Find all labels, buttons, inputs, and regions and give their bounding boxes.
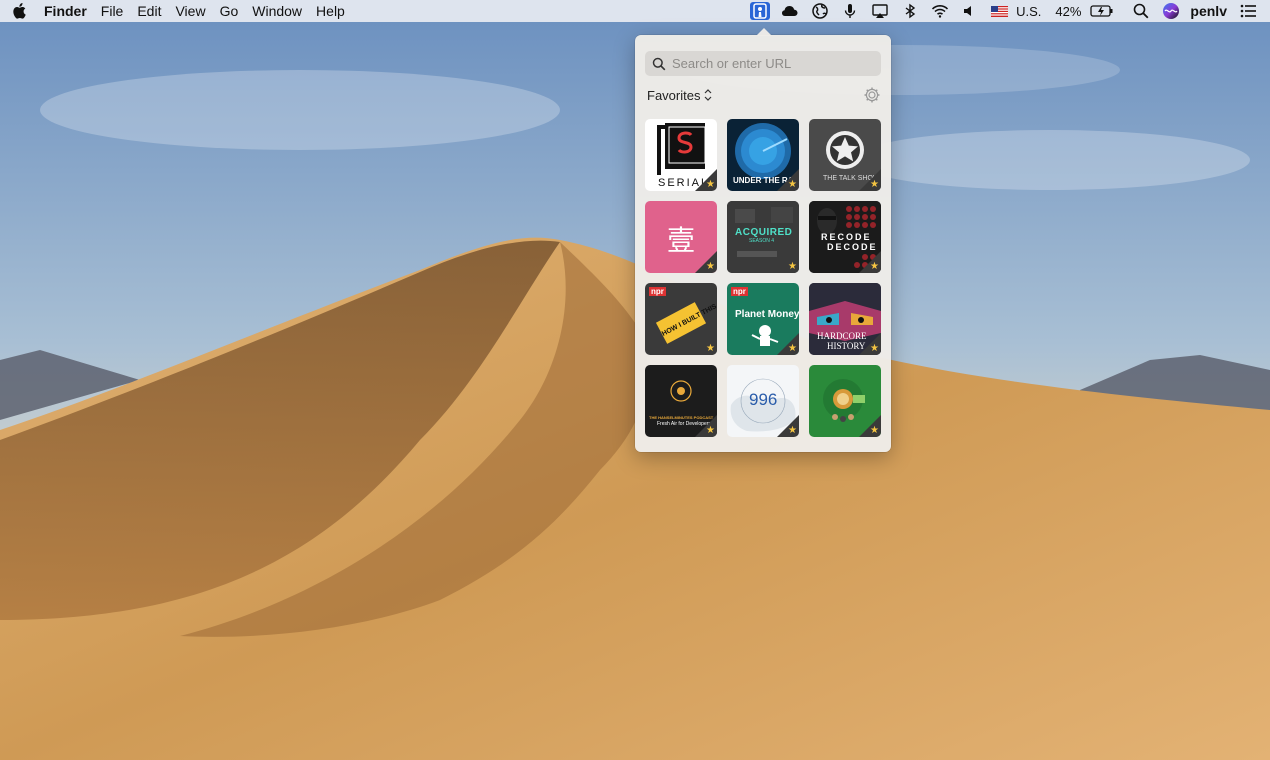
wifi-icon[interactable] bbox=[930, 2, 950, 20]
spotlight-search-icon[interactable] bbox=[1131, 2, 1151, 20]
favorite-star-icon: ★ bbox=[706, 261, 715, 272]
favorite-star-icon: ★ bbox=[870, 261, 879, 272]
podcast-popover: Favorites SERIAL ★ bbox=[635, 28, 891, 452]
tile-acquired-text: ACQUIRED bbox=[735, 227, 793, 238]
menu-view[interactable]: View bbox=[168, 0, 212, 22]
tile-npr-badge: npr bbox=[649, 287, 666, 296]
favorite-star-icon: ★ bbox=[788, 261, 797, 272]
favorite-star-icon: ★ bbox=[788, 179, 797, 190]
podcast-tile-hanselminutes[interactable]: THE HANSELMINUTES PODCAST Fresh Air for … bbox=[645, 365, 717, 437]
menu-file[interactable]: File bbox=[94, 0, 131, 22]
user-menu[interactable]: penlv bbox=[1190, 3, 1227, 19]
podcast-icon[interactable] bbox=[750, 2, 771, 20]
favorite-star-icon: ★ bbox=[706, 179, 715, 190]
podcast-tile-recode-decode[interactable]: RECODE DECODE ★ bbox=[809, 201, 881, 273]
favorite-star-icon: ★ bbox=[788, 425, 797, 436]
notification-center-icon[interactable] bbox=[1238, 2, 1258, 20]
favorite-star-icon: ★ bbox=[870, 343, 879, 354]
podcast-tile-yi[interactable]: 壹 ★ bbox=[645, 201, 717, 273]
cloud-icon[interactable] bbox=[780, 2, 800, 20]
podcast-tile-996[interactable]: 996 ★ bbox=[727, 365, 799, 437]
flag-us-icon bbox=[991, 5, 1009, 17]
favorite-star-icon: ★ bbox=[706, 425, 715, 436]
menu-go[interactable]: Go bbox=[213, 0, 246, 22]
popover-arrow bbox=[756, 28, 772, 36]
podcast-tile-under-the-radar[interactable]: UNDER THE RADAR ★ bbox=[727, 119, 799, 191]
favorite-star-icon: ★ bbox=[870, 179, 879, 190]
gear-icon[interactable] bbox=[863, 86, 881, 104]
menu-help[interactable]: Help bbox=[309, 0, 352, 22]
input-source-label: U.S. bbox=[1016, 3, 1042, 19]
microphone-icon[interactable] bbox=[840, 2, 860, 20]
up-down-chevron-icon bbox=[705, 89, 712, 101]
favorite-star-icon: ★ bbox=[870, 425, 879, 436]
search-field[interactable] bbox=[645, 51, 881, 76]
battery-charging-icon[interactable] bbox=[1090, 2, 1114, 20]
airplay-icon[interactable] bbox=[870, 2, 890, 20]
bluetooth-icon[interactable] bbox=[900, 2, 920, 20]
siri-icon[interactable] bbox=[1161, 2, 1181, 20]
podcast-tile-acquired[interactable]: ACQUIRED SEASON 4 ★ bbox=[727, 201, 799, 273]
favorites-selector[interactable]: Favorites bbox=[647, 88, 712, 103]
podcast-tile-planet-money[interactable]: npr Planet Money ★ bbox=[727, 283, 799, 355]
tile-recode-text: RECODE bbox=[821, 232, 872, 242]
tile-yi-text: 壹 bbox=[667, 224, 696, 257]
menu-bar: Finder File Edit View Go Window Help U.S… bbox=[0, 0, 1270, 22]
apple-menu-icon[interactable] bbox=[12, 3, 26, 19]
menu-edit[interactable]: Edit bbox=[130, 0, 168, 22]
menu-window[interactable]: Window bbox=[245, 0, 309, 22]
podcast-tile-how-i-built-this[interactable]: npr HOW I BUILT THIS ★ bbox=[645, 283, 717, 355]
battery-percentage[interactable]: 42% bbox=[1055, 4, 1081, 19]
input-source-menu[interactable]: U.S. bbox=[991, 4, 1045, 19]
tile-996-text: 996 bbox=[749, 390, 778, 409]
search-icon bbox=[652, 57, 666, 70]
search-input[interactable] bbox=[670, 55, 874, 72]
volume-icon[interactable] bbox=[960, 2, 980, 20]
favorite-star-icon: ★ bbox=[706, 343, 715, 354]
podcast-tile-the-talk-show[interactable]: THE TALK SHOW ★ bbox=[809, 119, 881, 191]
podcast-tile-hardcore-history[interactable]: HARDCORE HISTORY ★ bbox=[809, 283, 881, 355]
favorite-star-icon: ★ bbox=[788, 343, 797, 354]
filter-row: Favorites bbox=[647, 85, 881, 105]
favorites-label: Favorites bbox=[647, 87, 701, 103]
globe-icon[interactable] bbox=[810, 2, 830, 20]
tile-acquired-subtext: SEASON 4 bbox=[749, 238, 775, 244]
podcast-tile-serial[interactable]: SERIAL ★ bbox=[645, 119, 717, 191]
menu-finder[interactable]: Finder bbox=[40, 0, 94, 22]
podcast-tile-green-tea[interactable]: ★ bbox=[809, 365, 881, 437]
